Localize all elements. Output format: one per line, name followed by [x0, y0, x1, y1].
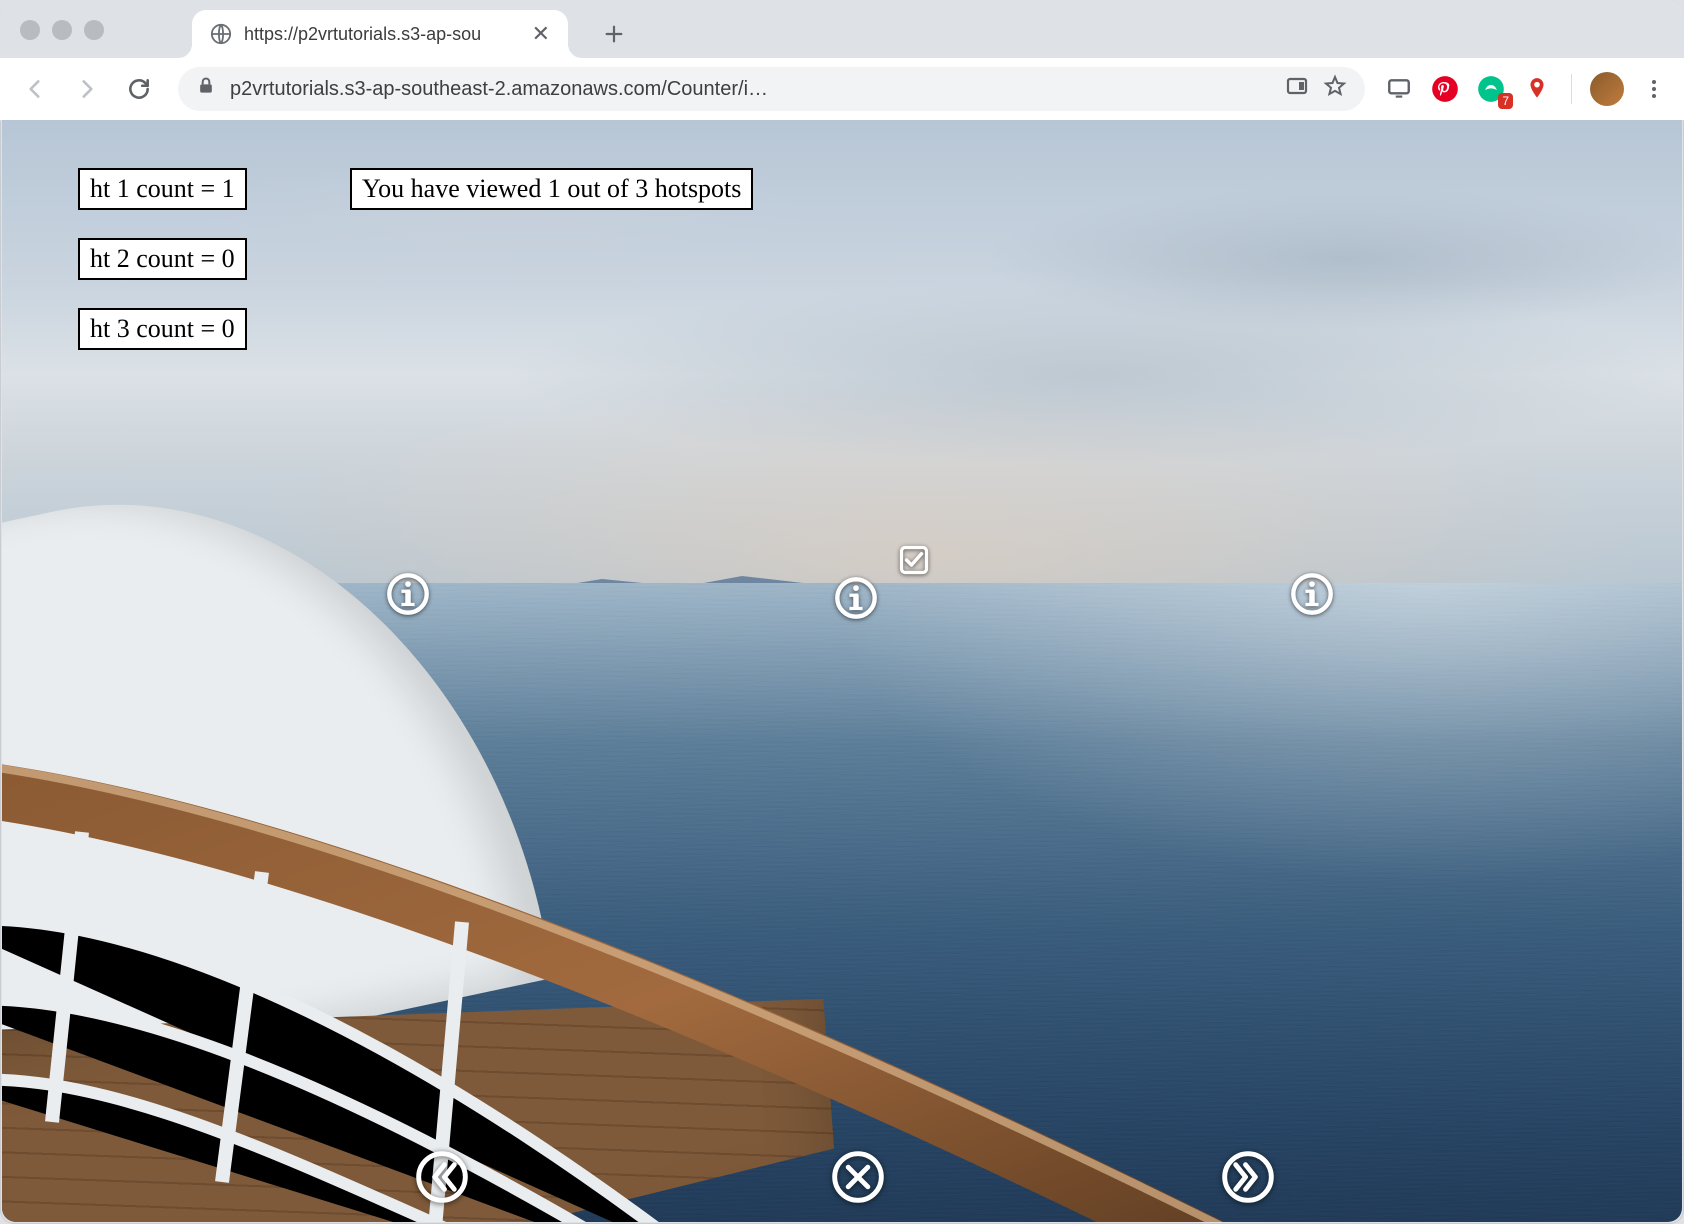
lock-icon [196, 76, 216, 102]
extensions: 7 [1383, 72, 1670, 106]
page-viewport[interactable]: ht 1 count = 1 ht 2 count = 0 ht 3 count… [2, 120, 1682, 1222]
hotspot-info-3[interactable] [1290, 572, 1334, 616]
hotspot-info-2[interactable] [834, 576, 878, 620]
hotspot-count-2: ht 2 count = 0 [78, 238, 247, 280]
avast-icon[interactable]: 7 [1475, 73, 1507, 105]
close-tab-icon[interactable]: ✕ [532, 23, 550, 45]
close-window-dot[interactable] [20, 20, 40, 40]
extension-badge: 7 [1498, 93, 1513, 109]
profile-avatar[interactable] [1590, 72, 1624, 106]
star-icon[interactable] [1323, 74, 1347, 104]
tab[interactable]: https://p2vrtutorials.s3-ap-sou ✕ [192, 10, 568, 58]
maximize-window-dot[interactable] [84, 20, 104, 40]
address-bar[interactable]: p2vrtutorials.s3-ap-southeast-2.amazonaw… [178, 67, 1365, 111]
next-button[interactable] [1221, 1150, 1275, 1204]
toolbar: p2vrtutorials.s3-ap-southeast-2.amazonaw… [0, 58, 1684, 121]
window-controls [20, 20, 104, 40]
toolbar-separator [1571, 74, 1572, 104]
hotspot-info-1[interactable] [386, 572, 430, 616]
globe-icon [210, 23, 232, 45]
pinterest-icon[interactable] [1429, 73, 1461, 105]
previous-button[interactable] [415, 1150, 469, 1204]
tab-title: https://p2vrtutorials.s3-ap-sou [244, 24, 520, 45]
back-button[interactable] [14, 68, 56, 110]
panorama-controls [2, 1142, 1682, 1212]
url-text: p2vrtutorials.s3-ap-southeast-2.amazonaw… [230, 78, 1271, 101]
hotspot-viewed-check-icon [899, 545, 929, 575]
forward-button[interactable] [66, 68, 108, 110]
pin-icon[interactable] [1521, 73, 1553, 105]
panorama-scene[interactable]: ht 1 count = 1 ht 2 count = 0 ht 3 count… [2, 120, 1682, 1222]
hotspot-count-1: ht 1 count = 1 [78, 168, 247, 210]
close-button[interactable] [831, 1150, 885, 1204]
hotspot-count-3: ht 3 count = 0 [78, 308, 247, 350]
overlays: ht 1 count = 1 ht 2 count = 0 ht 3 count… [2, 120, 1682, 1222]
hotspot-summary: You have viewed 1 out of 3 hotspots [350, 168, 753, 210]
minimize-window-dot[interactable] [52, 20, 72, 40]
browser-window: https://p2vrtutorials.s3-ap-sou ✕ p2vrtu… [0, 0, 1684, 1224]
cast-icon[interactable] [1383, 73, 1415, 105]
menu-button[interactable] [1638, 73, 1670, 105]
reader-icon[interactable] [1285, 74, 1309, 104]
reload-button[interactable] [118, 68, 160, 110]
new-tab-button[interactable] [594, 14, 634, 54]
tabstrip: https://p2vrtutorials.s3-ap-sou ✕ [0, 0, 1684, 58]
